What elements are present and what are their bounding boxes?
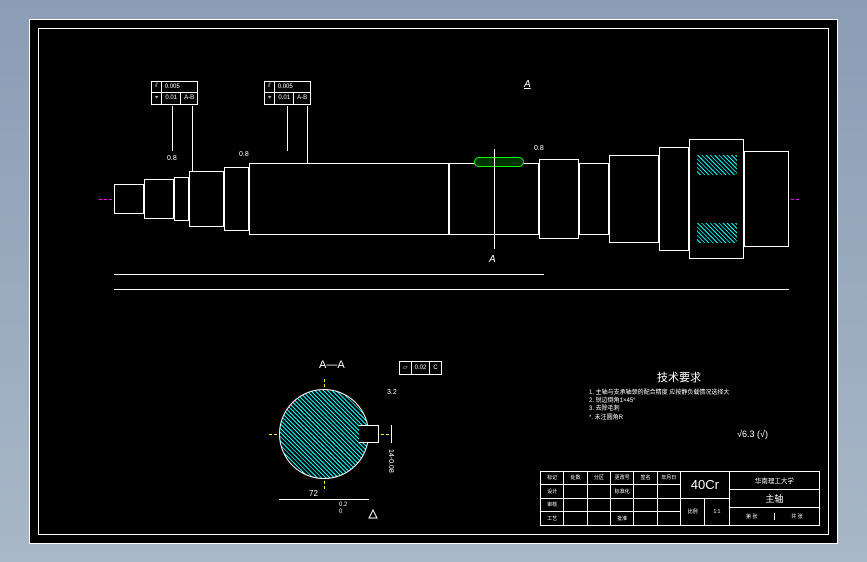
main-shaft-view: 0.8 0.8 0.8 A: [99, 109, 799, 289]
triangle-marker-icon: [367, 507, 379, 525]
dim-14: 14-0.08: [387, 449, 394, 473]
gdt-value: 0.01: [162, 93, 181, 104]
scale-value: 1:1: [705, 499, 728, 525]
tb-row-label: 工艺: [541, 512, 564, 525]
inner-border: ⫽ 0.005 ⌖ 0.01 A-B ⫽ 0.005: [38, 28, 829, 535]
shaft-seg: [144, 179, 174, 219]
tb-row-label: 批准: [611, 512, 634, 525]
title-block-material: 40Cr 比例 1:1: [680, 472, 730, 525]
surface-finish-label: 0.8: [167, 155, 177, 162]
gdt-datum: A-B: [181, 93, 197, 104]
hatch: [697, 223, 737, 243]
tech-req-list: 1. 主轴与支承轴颈的配合精度 应按静负载情况选择大 2. 锐边倒角1×45° …: [589, 389, 769, 423]
tb-header: 更改号: [611, 472, 634, 485]
tb-header: 年月日: [658, 472, 680, 485]
dim-line: [114, 274, 544, 275]
title-block-revisions: 标记 处数 分区 更改号 签名 年月日 设计 标准化 审核: [541, 472, 680, 525]
gdt-datum: C: [430, 362, 440, 374]
section-mark-top: A: [524, 79, 531, 90]
scale-label: 比例: [681, 499, 705, 525]
surface-finish-label: 0.8: [239, 151, 249, 158]
hatch: [697, 155, 737, 175]
section-mark-bottom: A: [489, 254, 496, 265]
tech-req-title: 技术要求: [589, 369, 769, 385]
gdt-datum: A-B: [294, 93, 310, 104]
gdt-frame-1: ⫽ 0.005 ⌖ 0.01 A-B: [151, 81, 198, 105]
total-label: 共 张: [775, 513, 819, 520]
gdt-frame-2: ⫽ 0.005 ⌖ 0.01 A-B: [264, 81, 311, 105]
gdt-value: 0.01: [275, 93, 294, 104]
material-label: 40Cr: [681, 472, 729, 499]
gdt-value: 0.005: [162, 82, 183, 92]
drawing-frame: ⫽ 0.005 ⌖ 0.01 A-B ⫽ 0.005: [29, 19, 838, 544]
keyway-section: [359, 425, 379, 443]
shaft-seg: [189, 171, 224, 227]
tb-header: 标记: [541, 472, 564, 485]
shaft-cross-section: [279, 389, 369, 479]
tech-req-item: 2. 锐边倒角1×45°: [589, 397, 769, 405]
sf-aa: 3.2: [387, 389, 397, 396]
tb-header: 处数: [564, 472, 587, 485]
section-cut-line: [494, 149, 495, 249]
shaft-seg: [609, 155, 659, 243]
title-block: 标记 处数 分区 更改号 签名 年月日 设计 标准化 审核: [540, 471, 820, 526]
keyway-top-view: [474, 157, 524, 167]
leader-line: [192, 106, 193, 171]
tb-row-label: 设计: [541, 485, 564, 498]
technical-requirements: 技术要求 1. 主轴与支承轴颈的配合精度 应按静负载情况选择大 2. 锐边倒角1…: [589, 369, 769, 423]
gdt-symbol: ⌖: [152, 93, 162, 104]
dim-line-72: [279, 499, 369, 500]
gdt-value: 0.005: [275, 82, 296, 92]
leader-line: [307, 106, 308, 166]
part-name-label: 主轴: [730, 490, 819, 508]
shaft-seg: [224, 167, 249, 231]
section-a-a: A—A ⏥ 0.02 C 72 0.2 0 14-0.08 3.2: [259, 359, 519, 529]
gdt-frame-3: ⏥ 0.02 C: [399, 361, 442, 375]
gdt-value: 0.02: [412, 362, 431, 374]
tb-row-label: 标准化: [611, 485, 634, 498]
shaft-seg: [114, 184, 144, 214]
shaft-seg: [174, 177, 189, 221]
gdt-symbol: ⏥: [400, 362, 412, 374]
tb-header: 签名: [634, 472, 657, 485]
surface-finish-label: 0.8: [534, 145, 544, 152]
shaft-seg: [539, 159, 579, 239]
tech-req-item: 3. 去除毛刺: [589, 405, 769, 413]
tech-req-item: *. 未注圆角R: [589, 414, 769, 422]
shaft-seg: [249, 163, 449, 235]
tb-row-label: 审核: [541, 499, 564, 512]
shaft-seg: [744, 151, 789, 247]
leader-line: [172, 106, 173, 151]
gdt-symbol: ⫽: [152, 82, 162, 92]
tech-req-item: 1. 主轴与支承轴颈的配合精度 应按静负载情况选择大: [589, 389, 769, 397]
section-title: A—A: [319, 359, 345, 371]
gdt-symbol: ⌖: [265, 93, 275, 104]
shaft-seg: [659, 147, 689, 251]
institution-label: 华南理工大学: [730, 472, 819, 490]
dim-line: [114, 289, 789, 290]
dim-tol1: 0.2: [339, 502, 347, 508]
drawing-area: ⫽ 0.005 ⌖ 0.01 A-B ⫽ 0.005: [59, 49, 808, 514]
sheet-label: 第 张: [730, 513, 775, 520]
shaft-seg: [579, 163, 609, 235]
tb-header: 分区: [588, 472, 611, 485]
title-block-right: 华南理工大学 主轴 第 张 共 张: [730, 472, 819, 525]
general-surface-finish: √6.3 (√): [737, 429, 768, 439]
leader-line: [287, 106, 288, 151]
dim-tol2: 0: [339, 509, 342, 515]
dim-72: 72: [309, 489, 318, 498]
gdt-symbol: ⫽: [265, 82, 275, 92]
dim-line-14: [391, 425, 392, 443]
